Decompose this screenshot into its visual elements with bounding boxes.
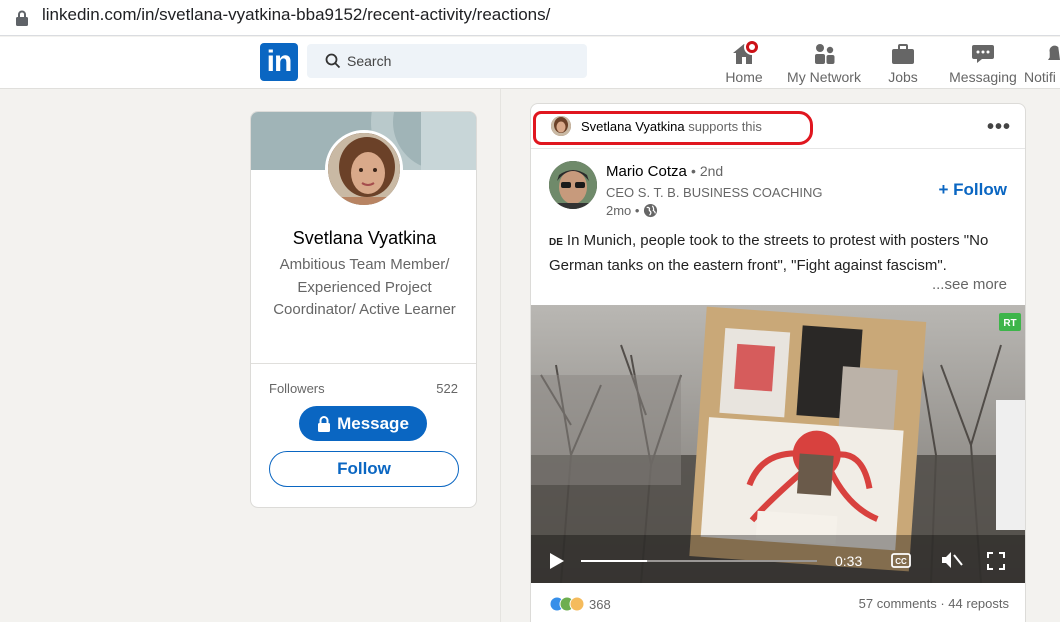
nav-label-notifications: Notifi bbox=[1024, 69, 1056, 85]
video-time: 0:33 bbox=[835, 553, 863, 569]
author-name[interactable]: Mario Cotza bbox=[606, 163, 687, 180]
connection-degree: • 2nd bbox=[691, 163, 724, 179]
browser-address-bar[interactable]: linkedin.com/in/svetlana-vyatkina-bba915… bbox=[0, 0, 1060, 36]
author-avatar[interactable] bbox=[549, 161, 597, 209]
post-context-header: Svetlana Vyatkina supports this ••• bbox=[531, 104, 1025, 149]
profile-card: Svetlana Vyatkina Ambitious Team Member/… bbox=[250, 111, 477, 508]
url-text[interactable]: linkedin.com/in/svetlana-vyatkina-bba915… bbox=[42, 5, 550, 25]
lock-icon bbox=[16, 10, 28, 26]
play-icon[interactable] bbox=[549, 552, 565, 570]
nav-label-home: Home bbox=[725, 69, 763, 85]
linkedin-logo[interactable]: in bbox=[260, 43, 298, 81]
followers-count: 522 bbox=[436, 381, 458, 396]
message-button-label: Message bbox=[337, 413, 409, 433]
cc-label: CC bbox=[895, 557, 907, 566]
messaging-icon bbox=[972, 45, 994, 63]
followers-label: Followers bbox=[269, 381, 325, 396]
reactions-count[interactable]: 368 bbox=[589, 597, 611, 612]
see-more-button[interactable]: ...see more bbox=[932, 276, 1007, 293]
search-box[interactable]: Search bbox=[307, 44, 587, 78]
nav-item-home[interactable]: Home bbox=[722, 39, 766, 85]
author-name-line[interactable]: Mario Cotza • 2nd bbox=[606, 163, 723, 180]
nav-item-jobs[interactable]: Jobs bbox=[886, 41, 920, 85]
top-navigation: in Search Home My Network Jobs Messaging… bbox=[0, 37, 1060, 89]
nav-item-notifications[interactable]: Notifi bbox=[1024, 41, 1060, 85]
lock-icon bbox=[318, 415, 331, 432]
comments-reposts[interactable]: 57 comments · 44 reposts bbox=[859, 596, 1009, 611]
post-time-text: 2mo • bbox=[606, 203, 640, 218]
nav-label-my-network: My Network bbox=[787, 69, 861, 85]
profile-name[interactable]: Svetlana Vyatkina bbox=[251, 228, 476, 249]
closed-captions-icon[interactable]: CC bbox=[891, 553, 911, 568]
column-divider bbox=[500, 89, 501, 622]
comments-count[interactable]: 57 comments bbox=[859, 596, 937, 611]
reactions-summary[interactable]: 368 bbox=[549, 596, 611, 612]
mute-icon[interactable] bbox=[941, 551, 963, 569]
notification-badge bbox=[744, 39, 760, 55]
network-icon bbox=[815, 44, 835, 64]
nav-item-my-network[interactable]: My Network bbox=[786, 41, 862, 85]
profile-headline: Ambitious Team Member/ Experienced Proje… bbox=[273, 256, 456, 318]
post-text: DE In Munich, people took to the streets … bbox=[549, 230, 1009, 277]
globe-icon bbox=[644, 203, 658, 218]
post-video[interactable]: RT 0:33 CC bbox=[531, 305, 1025, 583]
profile-avatar[interactable] bbox=[325, 130, 403, 208]
highlight-annotation bbox=[533, 111, 813, 145]
nav-item-messaging[interactable]: Messaging bbox=[948, 41, 1018, 85]
reposts-count[interactable]: 44 reposts bbox=[948, 596, 1009, 611]
post-body: In Munich, people took to the streets to… bbox=[549, 232, 989, 274]
more-options-button[interactable]: ••• bbox=[987, 116, 1011, 139]
progress-bar[interactable] bbox=[581, 558, 817, 564]
rt-badge: RT bbox=[1003, 318, 1016, 329]
reaction-icons bbox=[549, 596, 585, 612]
profile-follow-button[interactable]: Follow bbox=[269, 451, 459, 487]
post-stats: 368 57 comments · 44 reposts bbox=[531, 585, 1025, 621]
message-button[interactable]: Message bbox=[299, 406, 427, 441]
follow-author-button[interactable]: + Follow bbox=[939, 180, 1007, 200]
search-icon bbox=[325, 53, 341, 69]
search-input[interactable]: Search bbox=[347, 53, 391, 69]
briefcase-icon bbox=[892, 44, 914, 64]
author-title: CEO S. T. B. BUSINESS COACHING bbox=[606, 185, 823, 200]
profile-follow-label: Follow bbox=[337, 459, 391, 478]
fullscreen-icon[interactable] bbox=[987, 552, 1005, 570]
bell-icon bbox=[1048, 45, 1060, 60]
flag-label: DE bbox=[549, 237, 563, 248]
feed-post: Svetlana Vyatkina supports this ••• Mari… bbox=[530, 103, 1026, 622]
divider bbox=[251, 363, 476, 364]
video-controls: 0:33 CC bbox=[531, 535, 1025, 583]
nav-label-jobs: Jobs bbox=[888, 69, 918, 85]
nav-label-messaging: Messaging bbox=[949, 69, 1017, 85]
post-time: 2mo • bbox=[606, 203, 658, 218]
